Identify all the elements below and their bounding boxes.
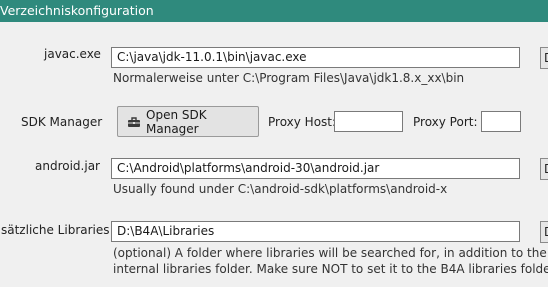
javac-hint: Normalerweise unter C:\Program Files\Jav… xyxy=(113,71,465,85)
open-sdk-manager-button[interactable]: Open SDK Manager xyxy=(117,106,259,137)
javac-browse-button[interactable]: D xyxy=(540,47,548,69)
javac-label: javac.exe xyxy=(44,47,101,61)
additional-libraries-hint-line2: internal libraries folder. Make sure NOT… xyxy=(113,262,548,276)
javac-path-input[interactable]: C:\java\jdk-11.0.1\bin\javac.exe xyxy=(111,47,520,68)
android-jar-label: android.jar xyxy=(35,159,100,173)
android-jar-hint: Usually found under C:\android-sdk\platf… xyxy=(113,182,448,196)
proxy-port-input[interactable] xyxy=(481,111,521,132)
toolbox-icon xyxy=(127,115,141,129)
additional-libraries-hint-line1: (optional) A folder where libraries will… xyxy=(113,246,547,260)
proxy-port-label: Proxy Port: xyxy=(413,115,478,129)
sdk-manager-label: SDK Manager xyxy=(21,115,103,129)
additional-libraries-browse-button[interactable]: D xyxy=(540,221,548,243)
android-jar-path-input[interactable]: C:\Android\platforms\android-30\android.… xyxy=(111,158,520,179)
android-jar-browse-button[interactable]: D xyxy=(540,158,548,180)
proxy-host-input[interactable] xyxy=(334,111,403,132)
window-title: Verzeichniskonfiguration xyxy=(0,0,548,22)
open-sdk-manager-label: Open SDK Manager xyxy=(146,107,207,136)
additional-libraries-path-input[interactable]: D:\B4A\Libraries xyxy=(111,221,520,242)
additional-libraries-label: sätzliche Libraries xyxy=(1,223,110,237)
proxy-host-label: Proxy Host: xyxy=(268,115,337,129)
